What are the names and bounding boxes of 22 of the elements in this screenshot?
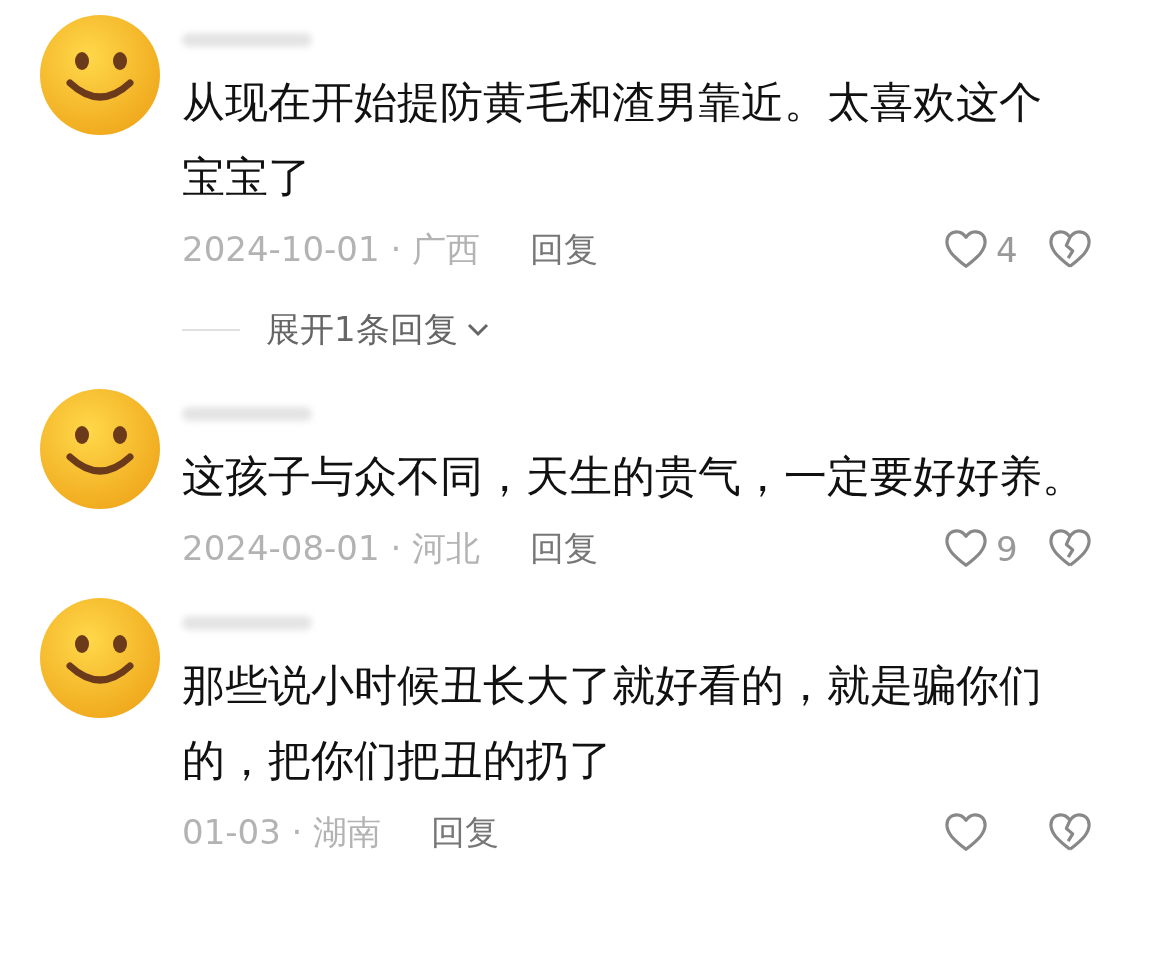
comment-text: 那些说小时候丑长大了就好看的，就是骗你们 的，把你们把丑的扔了 <box>182 659 1043 787</box>
expand-replies-link[interactable]: 展开1条回复 <box>266 307 458 353</box>
smiley-avatar-icon <box>40 389 160 509</box>
reply-link[interactable]: 回复 <box>530 227 598 273</box>
heart-icon[interactable] <box>944 230 988 270</box>
heart-icon[interactable] <box>944 813 988 853</box>
like-count: 9 <box>995 529 1019 569</box>
broken-heart-icon[interactable] <box>1048 813 1092 853</box>
reply-link[interactable]: 回复 <box>431 810 500 856</box>
broken-heart-icon[interactable] <box>1048 230 1092 270</box>
chevron-down-icon <box>465 322 490 338</box>
broken-heart-icon[interactable] <box>1048 529 1092 569</box>
comment-date-location: 2024-10-01 · 广西 <box>182 228 480 271</box>
heart-icon[interactable] <box>944 529 988 569</box>
smiley-avatar-icon <box>40 15 160 135</box>
like-count: 4 <box>995 230 1019 270</box>
reply-link[interactable]: 回复 <box>530 526 598 572</box>
comment-date-location: 01-03 · 湖南 <box>182 811 382 854</box>
comment-text: 从现在开始提防黄毛和渣男靠近。太喜欢这个 宝宝了 <box>182 76 1043 204</box>
smiley-avatar-icon <box>40 598 160 718</box>
comment-date-location: 2024-08-01 · 河北 <box>182 527 480 570</box>
comment-text: 这孩子与众不同，天生的贵气，一定要好好养。 <box>182 450 1086 503</box>
